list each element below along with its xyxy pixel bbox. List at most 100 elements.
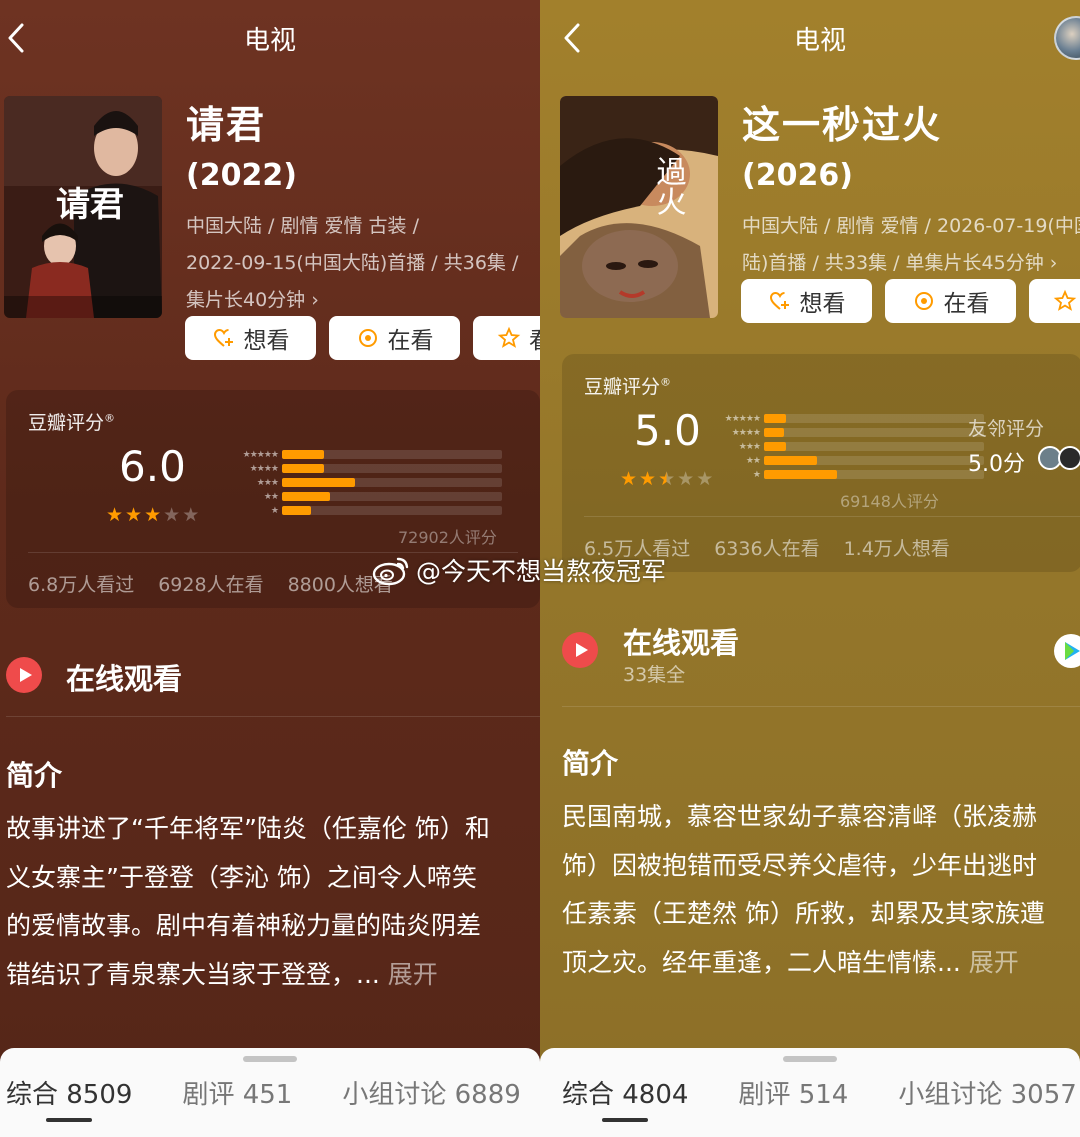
star-level-icon: ★★★★★ bbox=[724, 413, 761, 424]
star-half-icon: ★ bbox=[658, 468, 676, 490]
rating-bar-fill bbox=[764, 456, 817, 465]
rating-bar-fill bbox=[282, 464, 324, 473]
summary-line: 的爱情故事。剧中有着神秘力量的陆炎阴差 bbox=[6, 911, 482, 940]
star-level-icon: ★★ bbox=[263, 491, 279, 502]
title-info: 这一秒过火 (2026) 中国大陆 / 剧情 爱情 / 2026-07-19(中… bbox=[742, 100, 1080, 282]
expand-link[interactable]: 展开 bbox=[969, 948, 1019, 977]
star-empty-icon: ★ bbox=[677, 468, 695, 490]
neighbor-rating-score: 5.0分 bbox=[968, 452, 1025, 477]
show-title: 请君 bbox=[186, 103, 267, 147]
bottom-tabs: 综合 4804 剧评 514 小组讨论 3057 bbox=[562, 1074, 1077, 1111]
bottom-tabs: 综合 8509 剧评 451 小组讨论 6889 bbox=[6, 1074, 521, 1111]
star-level-icon: ★★★★ bbox=[731, 427, 761, 438]
tab-overall[interactable]: 综合 8509 bbox=[6, 1074, 132, 1111]
rating-label: 豆瓣评分® bbox=[584, 375, 672, 398]
star-full-icon: ★ bbox=[125, 504, 143, 526]
rating-bar-row: ★★ bbox=[222, 490, 522, 503]
title-info: 请君 (2022) 中国大陆 / 剧情 爱情 古装 / 2022-09-15(中… bbox=[186, 100, 518, 319]
online-watch-title: 在线观看 bbox=[66, 662, 183, 696]
meta-line-2[interactable]: 陆)首播 / 共33集 / 单集片长45分钟 › bbox=[742, 245, 1080, 282]
watched-count: 6.8万人看过 bbox=[28, 574, 135, 596]
star-level-icon: ★★★ bbox=[256, 477, 279, 488]
want-label: 想看 bbox=[799, 291, 846, 317]
rating-bar-row: ★★ bbox=[704, 454, 1004, 467]
svg-text:過火: 過火 bbox=[651, 156, 687, 216]
rating-distribution: ★★★★★ ★★★★ ★★★ ★★ ★ bbox=[222, 448, 522, 518]
nav-bar: 电视 bbox=[0, 0, 540, 76]
summary-line: 义女寨主”于登登（李沁 饰）之间令人啼笑 bbox=[6, 862, 477, 892]
tab-overall[interactable]: 综合 4804 bbox=[562, 1074, 688, 1111]
poster-image[interactable]: 请君 bbox=[4, 96, 162, 318]
intro-summary: 故事讲述了“千年将军”陆炎（任嘉伦 饰）和 义女寨主”于登登（李沁 饰）之间令人… bbox=[6, 805, 490, 999]
douban-rating-card[interactable]: 豆瓣评分® 5.0 ★ ★ ★ ★ ★ ★★★★★ ★★★★ ★★★ ★★ ★ 6914… bbox=[562, 354, 1080, 572]
rating-bar-track bbox=[764, 414, 984, 423]
star-full-icon: ★ bbox=[144, 504, 162, 526]
want-button[interactable]: 想看 bbox=[741, 279, 872, 323]
want-button[interactable]: 想看 bbox=[185, 316, 316, 360]
friend-avatar[interactable] bbox=[1058, 446, 1080, 470]
tab-group-discussion[interactable]: 小组讨论 3057 bbox=[898, 1074, 1076, 1111]
tab-reviews[interactable]: 剧评 451 bbox=[182, 1074, 292, 1111]
show-year: (2022) bbox=[186, 158, 297, 193]
rating-bar-row: ★ bbox=[704, 468, 1004, 481]
rating-bar-track bbox=[282, 478, 502, 487]
rating-bar-fill bbox=[764, 442, 786, 451]
rating-bar-row: ★★★★★ bbox=[222, 448, 522, 461]
video-platform-icon[interactable] bbox=[1054, 634, 1080, 668]
watching-label: 在看 bbox=[387, 328, 434, 354]
online-watch-row[interactable]: 在线观看 33集全 bbox=[540, 610, 1080, 706]
drag-handle[interactable] bbox=[783, 1056, 837, 1062]
drag-handle[interactable] bbox=[243, 1056, 297, 1062]
star-full-icon: ★ bbox=[106, 504, 124, 526]
summary-line: 任素素（王楚然 饰）所救，却累及其家族遭 bbox=[562, 899, 1045, 928]
play-icon bbox=[6, 657, 42, 693]
poster-image[interactable]: 過火 bbox=[560, 96, 718, 318]
divider bbox=[6, 716, 540, 717]
weibo-logo-icon bbox=[372, 557, 409, 586]
tab-group-discussion[interactable]: 小组讨论 6889 bbox=[342, 1074, 520, 1111]
summary-line: 顶之灾。经年重逢，二人暗生情愫... 展开 bbox=[562, 947, 1019, 977]
target-icon bbox=[914, 292, 933, 310]
expand-link[interactable]: 展开 bbox=[388, 960, 438, 989]
want-count: 1.4万人想看 bbox=[843, 538, 950, 560]
intro-summary: 民国南城，慕容世家幼子慕容清峄（张凌赫 饰）因被抱错而受尽养父虐待，少年出逃时 … bbox=[562, 793, 1045, 987]
online-watch-title: 在线观看 bbox=[623, 626, 740, 660]
bottom-sheet[interactable]: 综合 4804 剧评 514 小组讨论 3057 bbox=[540, 1048, 1080, 1137]
rating-stars: ★ ★ ★ ★ ★ bbox=[620, 470, 713, 489]
meta-line-3[interactable]: 集片长40分钟 › bbox=[186, 282, 518, 319]
star-icon bbox=[497, 326, 521, 348]
star-level-icon: ★ bbox=[752, 469, 761, 480]
show-year: (2026) bbox=[742, 158, 853, 193]
bottom-sheet[interactable]: 综合 8509 剧评 451 小组讨论 6889 bbox=[0, 1048, 540, 1137]
watching-button[interactable]: 在看 bbox=[885, 279, 1016, 323]
nav-bar: 电视 bbox=[540, 0, 1080, 76]
rating-bar-track bbox=[282, 492, 502, 501]
rating-count: 69148人评分 bbox=[840, 492, 939, 511]
rating-bar-fill bbox=[764, 428, 784, 437]
star-level-icon: ★★★ bbox=[738, 441, 761, 452]
rating-stars: ★ ★ ★ ★ ★ bbox=[106, 506, 199, 525]
rating-bar-row: ★ bbox=[222, 504, 522, 517]
star-full-icon: ★ bbox=[639, 468, 657, 490]
rating-bar-row: ★★★★ bbox=[222, 462, 522, 475]
want-label: 想看 bbox=[243, 328, 290, 354]
play-icon bbox=[562, 632, 598, 668]
rating-bar-track bbox=[282, 464, 502, 473]
show-title: 这一秒过火 bbox=[742, 103, 943, 147]
rating-bar-row: ★★★ bbox=[222, 476, 522, 489]
watermark-text: @今天不想当熬夜冠军 bbox=[416, 557, 667, 586]
online-watch-row[interactable]: 在线观看 bbox=[0, 640, 540, 716]
rating-bar-track bbox=[764, 456, 984, 465]
tab-reviews[interactable]: 剧评 514 bbox=[738, 1074, 848, 1111]
rating-bar-fill bbox=[282, 478, 355, 487]
summary-line: 错结识了青泉寨大当家于登登，... 展开 bbox=[6, 959, 438, 989]
rating-bar-track bbox=[282, 506, 502, 515]
rating-bar-fill bbox=[764, 414, 786, 423]
star-empty-icon: ★ bbox=[163, 504, 181, 526]
rating-bar-row: ★★★★★ bbox=[704, 412, 1004, 425]
watched-button[interactable]: 看过 bbox=[473, 316, 540, 360]
watching-button[interactable]: 在看 bbox=[329, 316, 460, 360]
star-level-icon: ★★★★★ bbox=[242, 449, 279, 460]
watching-count: 6336人在看 bbox=[714, 538, 820, 560]
watched-button[interactable]: 看过 bbox=[1029, 279, 1080, 323]
